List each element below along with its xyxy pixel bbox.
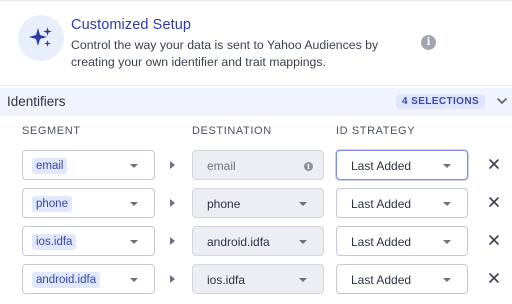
mapping-row: ios.idfa android.idfa Last Added bbox=[0, 226, 512, 258]
caret-down-icon bbox=[299, 240, 307, 244]
close-icon[interactable] bbox=[488, 234, 500, 246]
caret-down-icon bbox=[443, 202, 451, 206]
id-strategy-value: Last Added bbox=[351, 159, 412, 173]
id-strategy-select[interactable]: Last Added bbox=[336, 264, 468, 294]
info-icon[interactable]: i bbox=[304, 162, 313, 171]
caret-down-icon bbox=[443, 240, 451, 244]
segment-chip: android.idfa bbox=[32, 272, 101, 288]
id-strategy-select[interactable]: Last Added bbox=[336, 188, 468, 218]
segment-select[interactable]: email bbox=[22, 150, 155, 180]
segment-chip: email bbox=[32, 158, 68, 174]
id-strategy-select[interactable]: Last Added bbox=[336, 150, 468, 180]
caret-down-icon bbox=[130, 164, 138, 168]
segment-chip: ios.idfa bbox=[32, 234, 77, 250]
id-strategy-value: Last Added bbox=[351, 235, 412, 249]
arrow-right-icon bbox=[170, 237, 175, 245]
sparkle-icon bbox=[18, 15, 64, 61]
id-strategy-value: Last Added bbox=[351, 273, 412, 287]
destination-select[interactable]: phone bbox=[192, 188, 324, 218]
caret-down-icon bbox=[299, 278, 307, 282]
caret-down-icon bbox=[443, 278, 451, 282]
destination-select[interactable]: ios.idfa bbox=[192, 264, 324, 294]
close-icon[interactable] bbox=[488, 272, 500, 284]
segment-chip: phone bbox=[32, 196, 72, 212]
segment-select[interactable]: phone bbox=[22, 188, 155, 218]
mapping-row: android.idfa ios.idfa Last Added bbox=[0, 264, 512, 296]
destination-field: email i bbox=[192, 150, 324, 180]
close-icon[interactable] bbox=[488, 196, 500, 208]
setup-title: Customized Setup bbox=[71, 17, 192, 33]
info-icon[interactable]: i bbox=[421, 35, 436, 50]
destination-select[interactable]: android.idfa bbox=[192, 226, 324, 256]
selections-badge: 4 SELECTIONS bbox=[396, 94, 486, 109]
segment-select[interactable]: android.idfa bbox=[22, 264, 155, 294]
arrow-right-icon bbox=[170, 275, 175, 283]
caret-down-icon bbox=[130, 202, 138, 206]
identifiers-header[interactable]: Identifiers 4 SELECTIONS bbox=[0, 88, 512, 116]
arrow-right-icon bbox=[170, 199, 175, 207]
chevron-down-icon[interactable] bbox=[496, 96, 508, 106]
identifiers-title: Identifiers bbox=[7, 94, 66, 109]
mapping-row: email email i Last Added bbox=[0, 150, 512, 182]
id-strategy-select[interactable]: Last Added bbox=[336, 226, 468, 256]
caret-down-icon bbox=[130, 278, 138, 282]
close-icon[interactable] bbox=[488, 158, 500, 170]
caret-down-icon bbox=[130, 240, 138, 244]
destination-value: phone bbox=[207, 197, 241, 211]
caret-down-icon bbox=[299, 202, 307, 206]
destination-value: email bbox=[207, 159, 236, 173]
arrow-right-icon bbox=[170, 161, 175, 169]
caret-down-icon bbox=[443, 164, 451, 168]
destination-value: android.idfa bbox=[207, 235, 270, 249]
segment-select[interactable]: ios.idfa bbox=[22, 226, 155, 256]
segment-column-header: SEGMENT bbox=[22, 125, 81, 137]
id-strategy-value: Last Added bbox=[351, 197, 412, 211]
mapping-row: phone phone Last Added bbox=[0, 188, 512, 220]
customized-setup-card: Customized Setup Control the way your da… bbox=[0, 0, 512, 86]
destination-value: ios.idfa bbox=[207, 273, 246, 287]
setup-description: Control the way your data is sent to Yah… bbox=[71, 38, 379, 69]
id-strategy-column-header: ID STRATEGY bbox=[336, 125, 416, 137]
destination-column-header: DESTINATION bbox=[192, 125, 272, 137]
